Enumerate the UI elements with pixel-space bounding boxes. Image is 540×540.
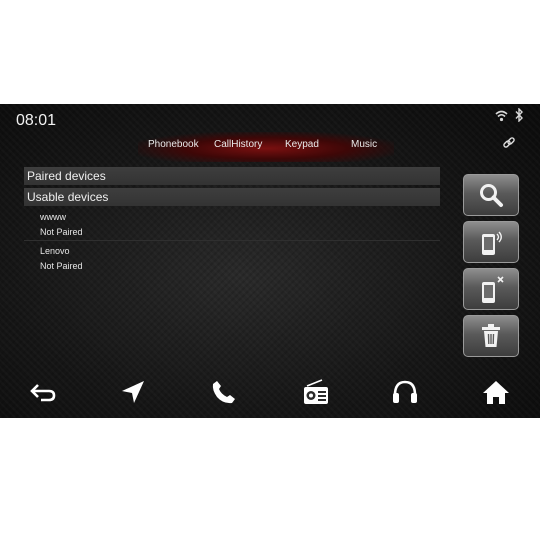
music-button[interactable]	[389, 380, 421, 408]
link-icon[interactable]	[502, 136, 516, 155]
phone-connect-icon	[476, 227, 506, 257]
navigation-icon	[119, 378, 147, 411]
search-button[interactable]	[463, 174, 519, 216]
head-unit-screen: 08:01 Phonebook CallHistory Keypad Music…	[0, 104, 540, 418]
tab-phonebook[interactable]: Phonebook	[148, 139, 199, 150]
device-status: Not Paired	[40, 261, 83, 271]
navigation-button[interactable]	[117, 380, 149, 408]
trash-icon	[479, 323, 503, 349]
delete-device-button[interactable]	[463, 315, 519, 357]
wifi-icon	[495, 109, 508, 127]
disconnect-device-button[interactable]	[463, 268, 519, 310]
clock: 08:01	[16, 112, 57, 129]
device-name: wwww	[40, 212, 66, 222]
search-icon	[478, 182, 504, 208]
tab-music[interactable]: Music	[351, 139, 377, 150]
device-name: Lenovo	[40, 246, 70, 256]
divider	[24, 240, 440, 241]
usable-devices-header[interactable]: Usable devices	[24, 188, 440, 206]
phone-icon	[211, 379, 237, 410]
back-icon	[29, 382, 57, 407]
phone-disconnect-icon	[476, 274, 506, 304]
device-status: Not Paired	[40, 227, 83, 237]
home-button[interactable]	[480, 380, 512, 408]
tab-callhistory[interactable]: CallHistory	[214, 139, 262, 150]
home-icon	[482, 379, 510, 410]
tab-keypad[interactable]: Keypad	[285, 139, 319, 150]
paired-devices-header[interactable]: Paired devices	[24, 167, 440, 185]
bluetooth-icon	[514, 107, 524, 127]
radio-icon	[302, 378, 330, 410]
radio-button[interactable]	[300, 378, 332, 410]
back-button[interactable]	[27, 380, 59, 408]
phone-button[interactable]	[208, 380, 240, 408]
connect-device-button[interactable]	[463, 221, 519, 263]
headphones-icon	[391, 379, 419, 410]
